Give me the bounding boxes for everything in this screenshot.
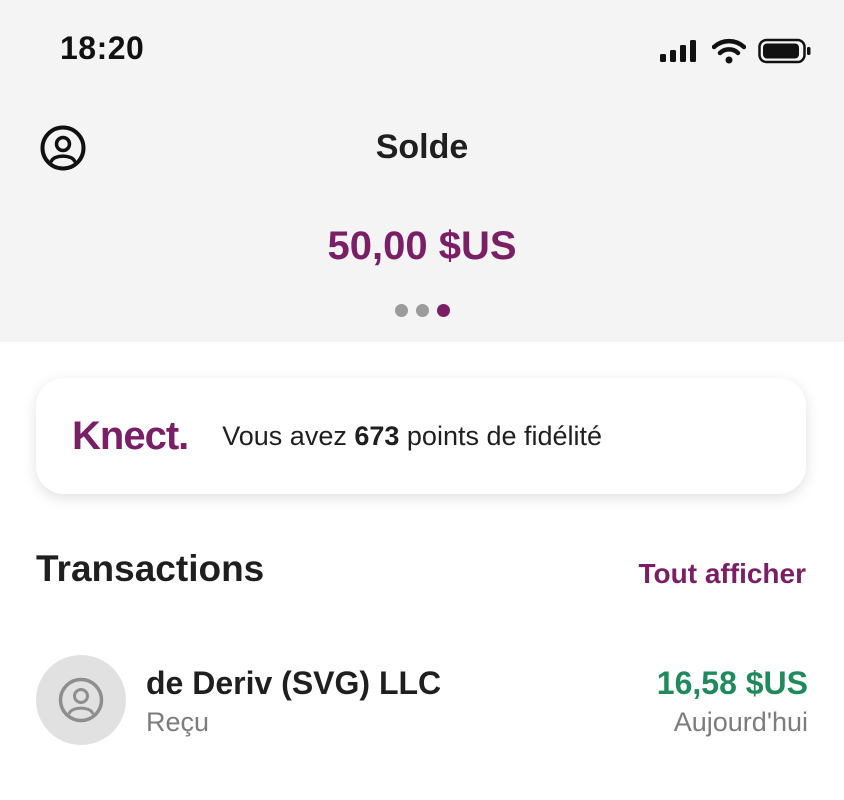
page-title: Solde — [375, 128, 469, 166]
loyalty-points-count: 673 — [354, 420, 400, 451]
loyalty-points-text: Vous avez 673 points de fidélité — [222, 421, 602, 452]
carousel-dot-3[interactable] — [437, 304, 450, 317]
transaction-type: Reçu — [146, 707, 210, 737]
transaction-amount: 16,58 $US — [656, 665, 808, 701]
balance-amount: 50,00 $US — [327, 224, 517, 268]
status-icons — [660, 36, 812, 66]
wifi-icon — [712, 38, 746, 64]
loyalty-card[interactable]: Knect. Vous avez 673 points de fidélité — [36, 378, 806, 494]
header-area: 18:20 Solde 50,00 $US — [0, 0, 844, 342]
battery-icon — [758, 38, 811, 64]
loyalty-prefix: Vous avez — [222, 420, 355, 451]
knect-logo: Knect. — [72, 413, 189, 458]
transactions-heading: Transactions — [36, 548, 265, 589]
transaction-row[interactable]: de Deriv (SVG) LLC Reçu 16,58 $US Aujour… — [36, 655, 808, 747]
transaction-name: de Deriv (SVG) LLC — [146, 665, 442, 701]
see-all-transactions-link[interactable]: Tout afficher — [639, 558, 806, 590]
carousel-indicator — [395, 304, 450, 317]
avatar — [36, 655, 126, 745]
carousel-dot-1[interactable] — [395, 304, 408, 317]
carousel-dot-2[interactable] — [416, 304, 429, 317]
user-circle-icon — [58, 677, 104, 723]
loyalty-suffix: points de fidélité — [399, 420, 603, 451]
status-time: 18:20 — [60, 30, 145, 66]
transaction-date: Aujourd'hui — [673, 707, 808, 737]
cellular-signal-icon — [660, 40, 696, 62]
